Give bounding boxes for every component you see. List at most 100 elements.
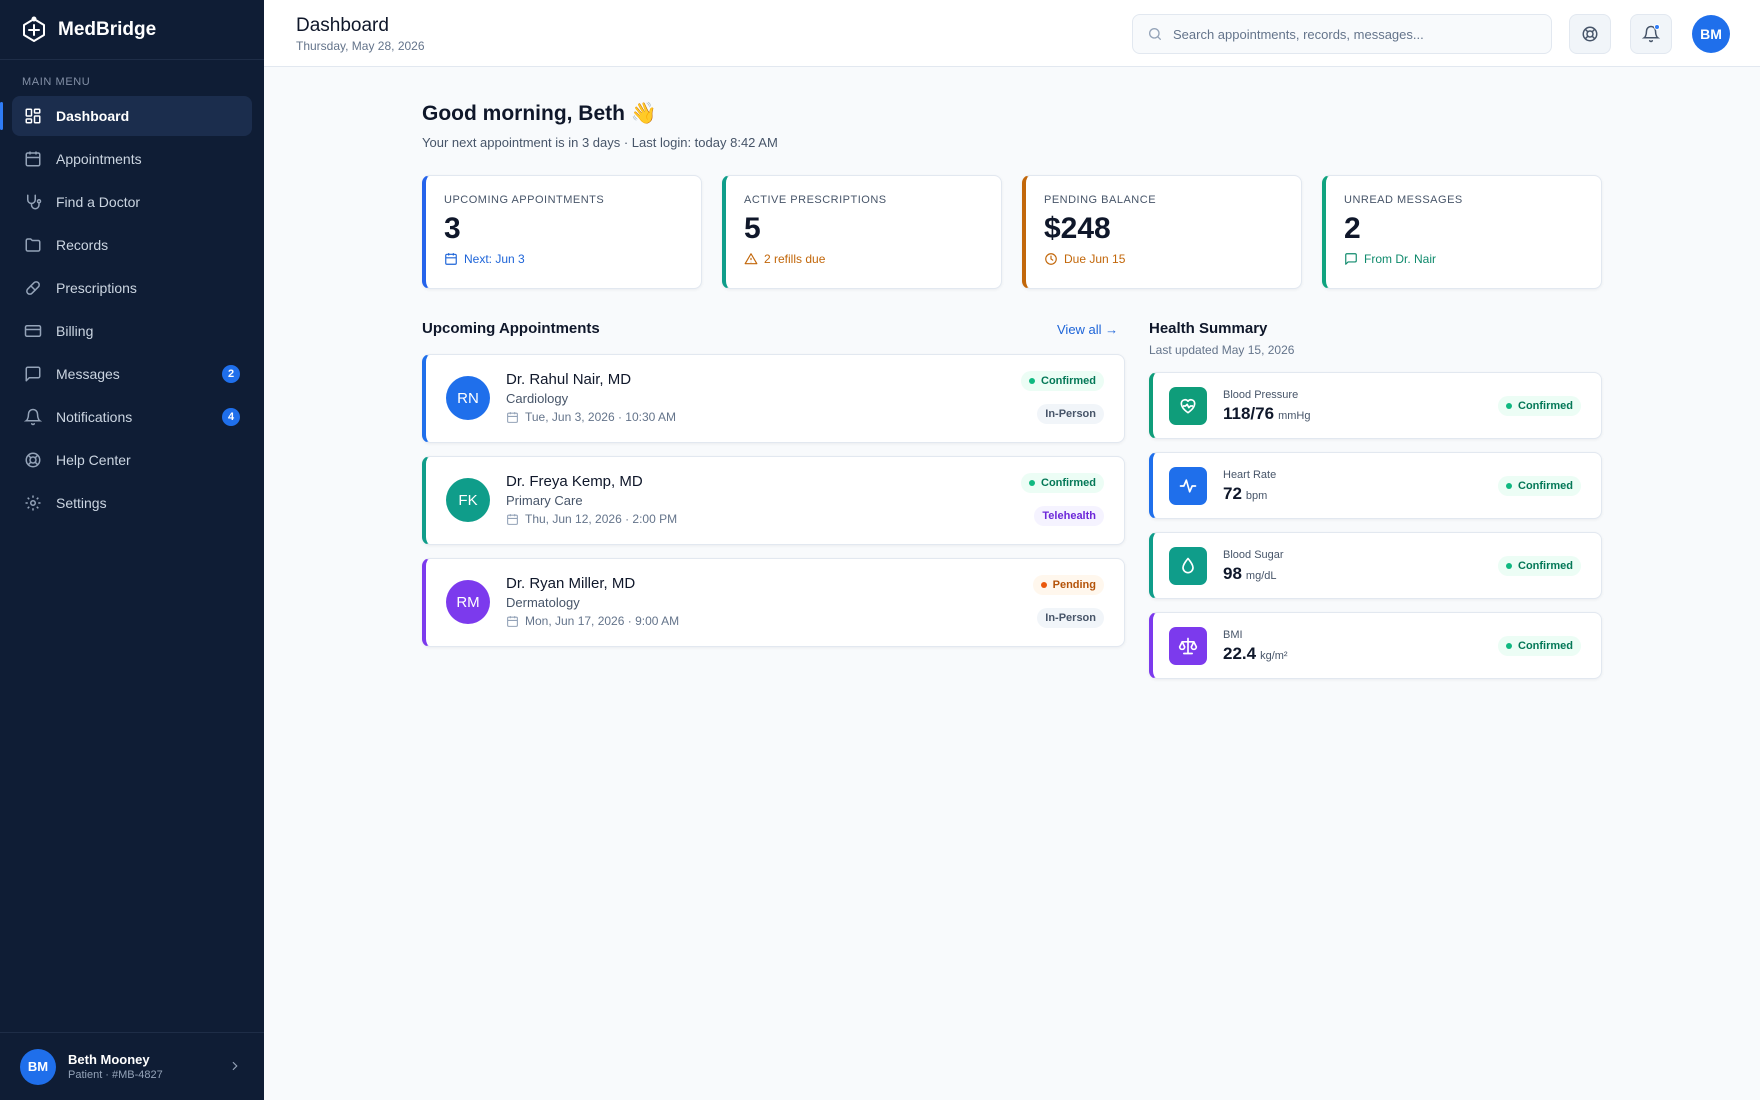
sidebar-nav: Dashboard Appointments Find a Doctor Rec… (0, 96, 264, 523)
status-badge: Confirmed (1021, 371, 1104, 391)
appointment-time: Mon, Jun 17, 2026 · 9:00 AM (506, 614, 679, 628)
appointment-time: Tue, Jun 3, 2026 · 10:30 AM (506, 410, 676, 424)
greeting-heading: Good morning, Beth 👋 (422, 102, 657, 125)
sidebar-item-label: Messages (56, 366, 120, 382)
doctor-name: Dr. Freya Kemp, MD (506, 473, 643, 490)
status-dot (1506, 643, 1512, 649)
status-badge: Pending (1032, 575, 1104, 595)
vital-card-bmi[interactable]: BMI 22.4 kg/m² Confirmed (1149, 612, 1602, 679)
vital-icon-box (1169, 467, 1207, 505)
stat-foot-text: Next: Jun 3 (464, 252, 525, 266)
sidebar-item-find-a-doctor[interactable]: Find a Doctor (12, 182, 252, 222)
top-header: Dashboard Thursday, May 28, 2026 BM (264, 0, 1760, 67)
pill-icon (26, 281, 40, 295)
status-badge: Confirmed (1498, 396, 1581, 416)
stat-label: ACTIVE PRESCRIPTIONS (744, 194, 887, 206)
stat-value: 3 (444, 212, 461, 245)
doctor-specialty: Cardiology (506, 391, 569, 406)
appointment-card[interactable]: RM Dr. Ryan Miller, MD Dermatology Mon, … (422, 558, 1125, 647)
sidebar-item-notifications[interactable]: Notifications 4 (12, 397, 252, 437)
lifebuoy-icon (25, 452, 41, 468)
vital-unit: bpm (1245, 490, 1268, 502)
help-button[interactable] (1569, 14, 1611, 54)
grid-icon (25, 108, 41, 124)
pulse-icon (1179, 479, 1197, 493)
stat-card-pending-balance[interactable]: PENDING BALANCE $248 Due Jun 15 (1022, 175, 1302, 289)
appointments-section-title: Upcoming Appointments (422, 320, 600, 337)
vital-reading: 98 mg/dL (1223, 564, 1277, 584)
view-all-link[interactable]: View all → (1057, 322, 1118, 337)
health-summary-title: Health Summary (1149, 320, 1268, 337)
vital-value: 98 (1223, 564, 1242, 583)
stat-card-active-prescriptions[interactable]: ACTIVE PRESCRIPTIONS 5 2 refills due (722, 175, 1002, 289)
visit-type-badge: In-Person (1037, 404, 1104, 424)
greeting-subtitle: Your next appointment is in 3 days · Las… (422, 135, 778, 150)
status-badge: Confirmed (1021, 473, 1104, 493)
header-date: Thursday, May 28, 2026 (296, 39, 425, 53)
sidebar-item-records[interactable]: Records (12, 225, 252, 265)
status-text: Confirmed (1518, 640, 1573, 652)
user-name: Beth Mooney (68, 1052, 150, 1067)
sidebar-item-billing[interactable]: Billing (12, 311, 252, 351)
doctor-specialty: Primary Care (506, 493, 583, 508)
status-dot (1506, 563, 1512, 569)
sidebar-item-messages[interactable]: Messages 2 (12, 354, 252, 394)
sidebar-item-help-center[interactable]: Help Center (12, 440, 252, 480)
search-box[interactable] (1132, 14, 1552, 54)
appointment-card[interactable]: FK Dr. Freya Kemp, MD Primary Care Thu, … (422, 456, 1125, 545)
menu-title: MAIN MENU (22, 76, 91, 88)
calendar-icon (507, 615, 518, 627)
folder-icon (25, 238, 41, 252)
sidebar-item-appointments[interactable]: Appointments (12, 139, 252, 179)
vital-icon-box (1169, 627, 1207, 665)
stat-card-unread-messages[interactable]: UNREAD MESSAGES 2 From Dr. Nair (1322, 175, 1602, 289)
heart-icon (1180, 398, 1196, 414)
status-badge: Confirmed (1498, 556, 1581, 576)
vital-card-blood-pressure[interactable]: Blood Pressure 118/76 mmHg Confirmed (1149, 372, 1602, 439)
vital-value: 118/76 (1223, 404, 1275, 423)
stat-label: UPCOMING APPOINTMENTS (444, 194, 605, 206)
stat-label: PENDING BALANCE (1044, 194, 1157, 206)
visit-type-badge: Telehealth (1034, 506, 1104, 526)
status-dot (1029, 378, 1035, 384)
chevron-right-icon (232, 1061, 238, 1071)
calendar-icon (445, 253, 457, 265)
doctor-avatar: FK (446, 478, 490, 522)
search-input[interactable] (1173, 26, 1533, 42)
status-badge: Confirmed (1498, 476, 1581, 496)
sidebar-item-label: Help Center (56, 452, 131, 468)
appointment-datetime: Thu, Jun 12, 2026 · 2:00 PM (525, 512, 678, 526)
visit-type-badge: In-Person (1037, 608, 1104, 628)
doctor-avatar: RM (446, 580, 490, 624)
user-meta: Patient · #MB-4827 (68, 1069, 163, 1081)
status-text: Pending (1052, 579, 1096, 591)
calendar-icon (507, 411, 518, 423)
notification-dot (1654, 24, 1660, 30)
stat-foot-text: 2 refills due (764, 252, 826, 266)
calendar-icon (25, 151, 41, 167)
sidebar-item-label: Billing (56, 323, 94, 339)
message-icon (1345, 253, 1357, 265)
status-dot (1040, 582, 1047, 588)
vital-unit: mmHg (1278, 410, 1311, 422)
notifications-button[interactable] (1630, 14, 1672, 54)
sidebar-item-settings[interactable]: Settings (12, 483, 252, 523)
user-avatar-button[interactable]: BM (1692, 15, 1730, 53)
sidebar-item-dashboard[interactable]: Dashboard (0, 96, 252, 136)
brand[interactable]: MedBridge (0, 0, 264, 60)
sidebar-item-prescriptions[interactable]: Prescriptions (12, 268, 252, 308)
status-text: Confirmed (1518, 560, 1573, 572)
search-icon (1149, 28, 1161, 40)
stat-value: 2 (1344, 212, 1361, 245)
sidebar-item-label: Records (56, 237, 109, 253)
vital-icon-box (1169, 547, 1207, 585)
user-profile-menu[interactable]: BM Beth Mooney Patient · #MB-4827 (0, 1032, 264, 1100)
status-dot (1506, 483, 1512, 489)
vital-card-blood-sugar[interactable]: Blood Sugar 98 mg/dL Confirmed (1149, 532, 1602, 599)
stat-card-upcoming-appointments[interactable]: UPCOMING APPOINTMENTS 3 Next: Jun 3 (422, 175, 702, 289)
bell-icon (24, 408, 42, 426)
vital-reading: 22.4 kg/m² (1223, 644, 1288, 664)
vital-card-heart-rate[interactable]: Heart Rate 72 bpm Confirmed (1149, 452, 1602, 519)
appointment-card[interactable]: RN Dr. Rahul Nair, MD Cardiology Tue, Ju… (422, 354, 1125, 443)
status-text: Confirmed (1041, 477, 1096, 489)
